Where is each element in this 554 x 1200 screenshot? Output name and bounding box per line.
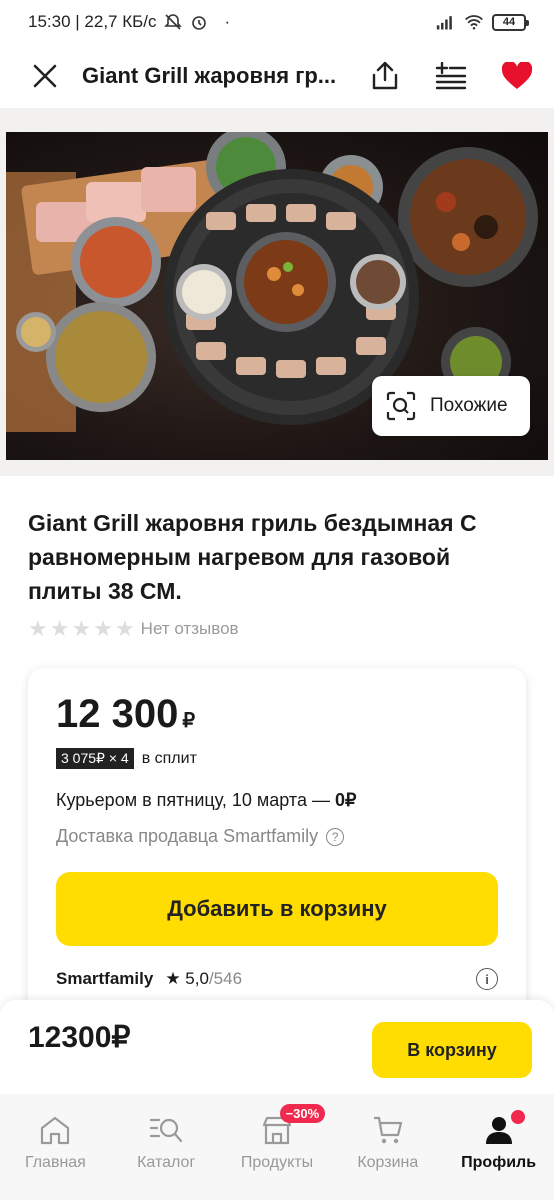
delivery-text: Курьером в пятницу, 10 марта — [56,790,335,810]
add-to-list-icon [435,62,467,90]
product-title: Giant Grill жаровня гриль бездымная С ра… [28,510,477,604]
reviews-count: Нет отзывов [140,619,239,638]
seller-rating: ★ 5,0 [165,969,209,988]
close-icon [33,64,57,88]
catalog-search-icon [150,1118,183,1143]
offer-price: 12 300 ₽ [56,692,195,737]
close-button[interactable] [28,59,62,93]
promo-badge: −30% [279,1104,326,1123]
heart-icon [501,62,533,89]
add-to-list-button[interactable] [434,59,468,93]
share-button[interactable] [368,59,402,93]
dot-icon: · [224,12,231,31]
rating-row[interactable]: ★ ★ ★ ★ ★ Нет отзывов [28,618,239,640]
wifi-icon [465,15,483,30]
seller-delivery-text: Доставка продавца Smartfamily [56,826,319,846]
split-label: в сплит [141,749,197,767]
star-icon: ★ [114,616,135,641]
cart-icon [373,1116,402,1144]
nav-catalog-label: Каталог [137,1154,196,1171]
nav-home-label: Главная [24,1154,86,1171]
notification-dot [509,1108,528,1126]
split-badge: 3 075₽ × 4 [56,748,134,769]
visual-search-icon [386,391,416,421]
star-icon: ★ [71,616,92,641]
question-icon[interactable]: ? [326,827,345,846]
product-header: Giant Grill жаровня гр... [0,44,554,108]
add-to-cart-button[interactable]: Добавить в корзину [56,872,498,946]
nav-cart[interactable]: Корзина [332,1094,443,1200]
offer-card: 12 300 ₽ 3 075₽ × 4 в сплит Курьером в пя… [28,668,526,1028]
split-payment[interactable]: 3 075₽ × 4 в сплит [56,748,197,769]
signal-icon [436,16,452,30]
nav-groceries-label: Продукты [240,1154,314,1171]
product-gallery[interactable]: Похожие [0,108,554,476]
status-time: 15:30 | 22,7 КБ/с [28,12,157,31]
favorite-button[interactable] [500,59,534,93]
share-icon [372,61,398,90]
seller-row[interactable]: Smartfamily ★ 5,0 /546 i [56,968,498,990]
status-bar: 15:30 | 22,7 КБ/с · 44 [0,0,554,44]
seller-reviews-count: /546 [208,969,243,988]
price-value: 12 300 [56,692,179,736]
star-icon: ★ [49,616,70,641]
alarm-icon [191,16,206,30]
product-photo[interactable]: Похожие [6,132,548,460]
price-currency: ₽ [182,710,196,732]
sticky-buy-bar: 12300₽ В корзину [0,1000,554,1094]
delivery-price: 0₽ [334,790,357,810]
delivery-info: Курьером в пятницу, 10 марта — 0₽ [56,790,356,811]
nav-profile-label: Профиль [461,1154,537,1171]
similar-products-button[interactable]: Похожие [372,376,530,436]
seller-delivery[interactable]: Доставка продавца Smartfamily ? [56,826,345,847]
sticky-price: 12300₽ [28,1021,131,1054]
mute-icon [163,14,182,30]
nav-home[interactable]: Главная [0,1094,111,1200]
star-icon: ★ [28,616,48,641]
sticky-add-to-cart-button[interactable]: В корзину [372,1022,532,1078]
similar-label: Похожие [430,395,508,416]
header-title: Giant Grill жаровня гр... [82,63,337,88]
nav-profile[interactable]: Профиль [443,1094,554,1200]
nav-groceries[interactable]: −30% Продукты [222,1094,333,1200]
info-icon[interactable]: i [476,968,498,990]
seller-name[interactable]: Smartfamily [56,969,153,989]
nav-catalog[interactable]: Каталог [111,1094,222,1200]
battery-indicator: 44 [492,13,529,31]
home-icon [41,1116,70,1145]
star-icon: ★ [93,616,113,641]
bottom-navigation: Главная Каталог −30% Продукты Корзина Пр… [0,1094,554,1200]
nav-cart-label: Корзина [357,1154,419,1171]
